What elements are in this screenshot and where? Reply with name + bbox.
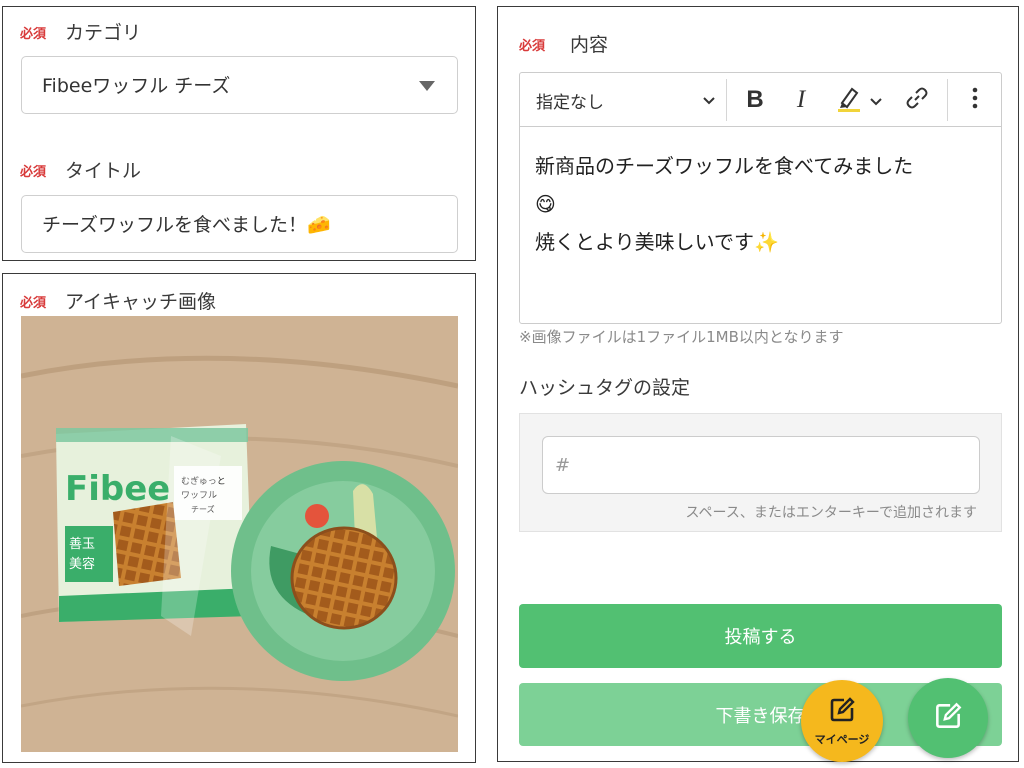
required-badge: 必須 <box>20 165 47 180</box>
package-brand-text: Fibee <box>65 469 170 509</box>
content-label: 内容 <box>570 34 609 56</box>
link-icon <box>905 86 929 114</box>
highlighter-icon <box>834 83 864 117</box>
title-input[interactable]: チーズワッフルを食べました！🧀 <box>21 195 458 253</box>
green-plate <box>231 461 455 681</box>
category-select[interactable]: Fibeeワッフル チーズ <box>21 56 458 114</box>
format-select[interactable]: 指定なし <box>536 83 716 117</box>
bold-button[interactable]: B <box>738 83 772 117</box>
compose-fab[interactable] <box>908 678 988 758</box>
image-size-note: ※画像ファイルは1ファイル1MB以内となります <box>519 328 844 346</box>
format-select-value: 指定なし <box>536 92 604 113</box>
mypage-label: マイページ <box>814 733 870 746</box>
dropdown-caret-icon <box>419 81 435 91</box>
hashtag-hint: スペース、またはエンターキーで追加されます <box>685 505 977 521</box>
editor-toolbar: 指定なし B I <box>520 73 1001 127</box>
hashtag-input[interactable] <box>555 451 965 479</box>
content-panel: 必須 内容 指定なし B I 新商品のチーズワッフルを食べてみました 😋 焼くと… <box>497 6 1019 762</box>
content-editor[interactable]: 指定なし B I 新商品のチーズワッフルを食べてみました 😋 焼くとより美味しい… <box>519 72 1002 324</box>
link-button[interactable] <box>900 83 934 117</box>
italic-button[interactable]: I <box>784 83 818 117</box>
submit-button-label: 投稿する <box>724 627 797 648</box>
submit-button[interactable]: 投稿する <box>519 604 1002 668</box>
chevron-down-icon <box>702 91 716 110</box>
required-badge: 必須 <box>20 27 47 42</box>
hashtag-section: スペース、またはエンターキーで追加されます <box>519 413 1002 532</box>
title-label: タイトル <box>65 160 142 182</box>
eyecatch-image[interactable]: Fibee むぎゅっと ワッフル チーズ 善玉 美容 <box>21 316 458 752</box>
toolbar-divider <box>947 79 948 121</box>
content-line: 焼くとより美味しいです✨ <box>535 230 779 254</box>
required-badge: 必須 <box>519 39 546 54</box>
eyecatch-label: アイキャッチ画像 <box>65 291 217 313</box>
category-title-panel: 必須 カテゴリ Fibeeワッフル チーズ 必須 タイトル チーズワッフルを食べ… <box>2 6 476 261</box>
hashtag-field[interactable] <box>542 436 980 494</box>
category-label: カテゴリ <box>65 22 142 44</box>
waffle-package: Fibee むぎゅっと ワッフル チーズ 善玉 美容 <box>56 424 253 636</box>
italic-icon: I <box>796 86 806 113</box>
hashtag-heading: ハッシュタグの設定 <box>519 377 691 399</box>
svg-text:美容: 美容 <box>69 556 95 572</box>
content-line: 😋 <box>535 192 556 216</box>
save-draft-button-label: 下書き保存 <box>715 705 806 727</box>
chevron-down-icon <box>870 91 882 110</box>
toolbar-divider <box>726 79 727 121</box>
category-value: Fibeeワッフル チーズ <box>42 75 231 97</box>
mypage-fab[interactable]: マイページ <box>801 680 883 762</box>
highlight-button[interactable] <box>828 83 888 117</box>
title-value: チーズワッフルを食べました！🧀 <box>42 214 331 236</box>
eyecatch-panel: 必須 アイキャッチ画像 Fibee むぎゅっと ワッフル チーズ 善玉 美容 <box>2 273 476 763</box>
svg-text:善玉: 善玉 <box>69 536 95 552</box>
editor-content[interactable]: 新商品のチーズワッフルを食べてみました 😋 焼くとより美味しいです✨ <box>535 147 985 261</box>
more-options-button[interactable] <box>960 83 990 117</box>
bold-icon: B <box>746 86 764 113</box>
edit-icon <box>932 700 964 736</box>
required-badge: 必須 <box>20 296 47 311</box>
edit-icon <box>827 695 857 729</box>
more-vertical-icon <box>972 87 978 113</box>
content-line: 新商品のチーズワッフルを食べてみました <box>535 154 914 178</box>
